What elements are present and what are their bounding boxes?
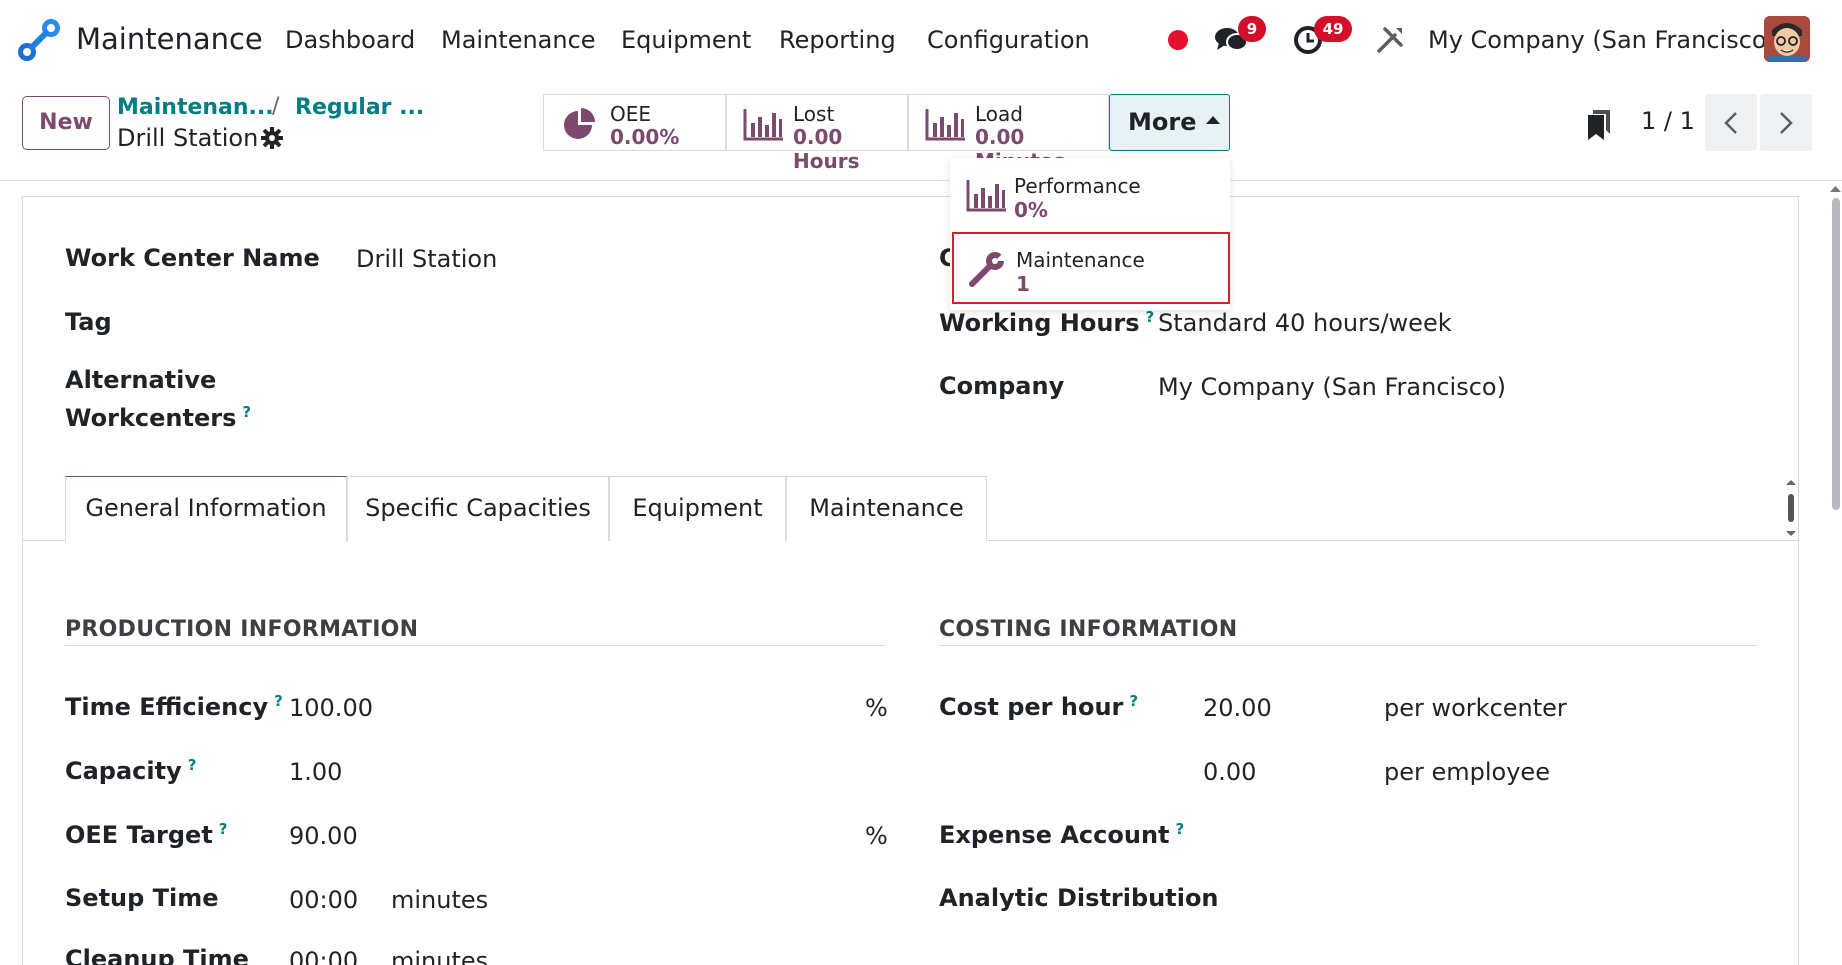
setup-time-field[interactable]: 00:00 (289, 886, 358, 914)
new-button[interactable]: New (22, 96, 110, 150)
chevron-left-icon (1724, 112, 1737, 134)
costing-info-title: COSTING INFORMATION (939, 617, 1238, 642)
bookmark-icon[interactable] (1588, 110, 1610, 140)
lost-label: Lost (793, 102, 835, 126)
costing-info-divider (939, 645, 1757, 646)
employee-cost-field[interactable]: 0.00 (1203, 758, 1256, 786)
chevron-right-icon (1780, 112, 1793, 134)
analytic-distribution-label: Analytic Distribution (939, 884, 1219, 912)
user-avatar[interactable] (1764, 16, 1810, 62)
app-name[interactable]: Maintenance (76, 22, 263, 56)
maintenance-label: Maintenance (1016, 248, 1145, 272)
pager-counter[interactable]: 1 / 1 (1641, 107, 1695, 135)
pie-chart-icon (564, 108, 595, 139)
oee-target-unit: % (865, 822, 888, 850)
oee-value: 0.00% (610, 125, 680, 149)
company-label: Company (939, 372, 1065, 400)
time-efficiency-unit: % (865, 694, 888, 722)
setup-time-unit: minutes (391, 886, 489, 914)
tab-specific-capacities[interactable]: Specific Capacities (347, 476, 609, 541)
lost-value: 0.00 Hours (793, 125, 860, 173)
alternative-workcenters-label-line1: Alternative (65, 366, 217, 394)
cost-per-hour-field[interactable]: 20.00 (1203, 694, 1272, 722)
time-efficiency-field[interactable]: 100.00 (289, 694, 373, 722)
expense-account-label: Expense Account? (939, 820, 1185, 849)
more-label: More (1128, 108, 1197, 136)
tools-icon[interactable] (1374, 24, 1406, 56)
tag-label: Tag (65, 308, 112, 336)
work-center-name-field[interactable]: Drill Station (356, 245, 497, 273)
cost-per-employee-unit: per employee (1384, 758, 1550, 786)
breadcrumb-regular[interactable]: Regular ... (295, 95, 424, 120)
company-switcher[interactable]: My Company (San Francisco) (1428, 26, 1776, 54)
capacity-field[interactable]: 1.00 (289, 758, 342, 786)
cleanup-time-field[interactable]: 00:00 (289, 947, 358, 965)
breadcrumb-maintenance[interactable]: Maintenan... (117, 95, 274, 120)
control-panel-divider (0, 180, 1842, 181)
alternative-workcenters-label-line2: Workcenters? (65, 403, 252, 432)
menu-dashboard[interactable]: Dashboard (285, 26, 415, 54)
performance-label: Performance (1014, 174, 1141, 198)
working-hours-label: Working Hours? (939, 308, 1155, 337)
cost-per-workcenter-unit: per workcenter (1384, 694, 1567, 722)
oee-smart-button[interactable]: OEE 0.00% (543, 94, 726, 151)
menu-reporting[interactable]: Reporting (779, 26, 896, 54)
working-hours-field[interactable]: Standard 40 hours/week (1158, 309, 1452, 337)
cleanup-time-label: Cleanup Time (65, 945, 249, 965)
setup-time-label: Setup Time (65, 884, 219, 912)
oee-label: OEE (610, 102, 652, 126)
recording-dot-icon[interactable] (1168, 30, 1188, 50)
production-info-divider (65, 645, 885, 646)
pager-previous-button[interactable] (1705, 94, 1757, 151)
more-dropdown-menu: Performance 0% Maintenance 1 (950, 158, 1230, 310)
tab-equipment[interactable]: Equipment (609, 476, 786, 541)
caret-up-icon (1206, 116, 1221, 124)
performance-value: 0% (1014, 198, 1048, 222)
load-smart-button[interactable]: Load 0.00 Minutes (908, 94, 1109, 173)
pager-next-button[interactable] (1760, 94, 1812, 151)
wrench-icon (969, 250, 1008, 287)
tab-maintenance[interactable]: Maintenance (786, 476, 987, 541)
tabs-scroll-indicator[interactable] (1785, 480, 1797, 536)
chat-badge: 9 (1238, 16, 1266, 42)
bar-chart-icon (743, 109, 783, 141)
oee-target-field[interactable]: 90.00 (289, 822, 358, 850)
production-info-title: PRODUCTION INFORMATION (65, 617, 419, 642)
menu-equipment[interactable]: Equipment (621, 26, 751, 54)
lost-smart-button[interactable]: Lost 0.00 Hours (726, 94, 908, 173)
menu-configuration[interactable]: Configuration (927, 26, 1090, 54)
work-center-name-label: Work Center Name (65, 244, 320, 272)
time-efficiency-label: Time Efficiency? (65, 692, 283, 721)
performance-smart-button[interactable]: Performance 0% (950, 158, 1230, 230)
gear-icon[interactable] (260, 126, 284, 150)
capacity-label: Capacity? (65, 756, 197, 785)
top-navbar: Maintenance Dashboard Maintenance Equipm… (0, 0, 1842, 78)
bar-chart-icon (925, 109, 965, 141)
activity-badge: 49 (1314, 16, 1352, 42)
tab-general-information[interactable]: General Information (65, 476, 347, 542)
bar-chart-icon (966, 180, 1006, 212)
app-logo-icon[interactable] (18, 19, 60, 61)
maintenance-smart-button[interactable]: Maintenance 1 (952, 232, 1230, 304)
breadcrumb-separator: / (272, 94, 280, 119)
cleanup-time-unit: minutes (391, 947, 489, 965)
oee-target-label: OEE Target? (65, 820, 228, 849)
more-button[interactable]: More (1109, 94, 1230, 151)
company-field[interactable]: My Company (San Francisco) (1158, 373, 1506, 401)
cost-per-hour-label: Cost per hour? (939, 692, 1139, 721)
menu-maintenance[interactable]: Maintenance (441, 26, 596, 54)
page-scrollbar-thumb[interactable] (1832, 198, 1840, 510)
maintenance-count: 1 (1016, 272, 1030, 296)
load-label: Load (975, 102, 1023, 126)
breadcrumb-current: Drill Station (117, 124, 259, 152)
